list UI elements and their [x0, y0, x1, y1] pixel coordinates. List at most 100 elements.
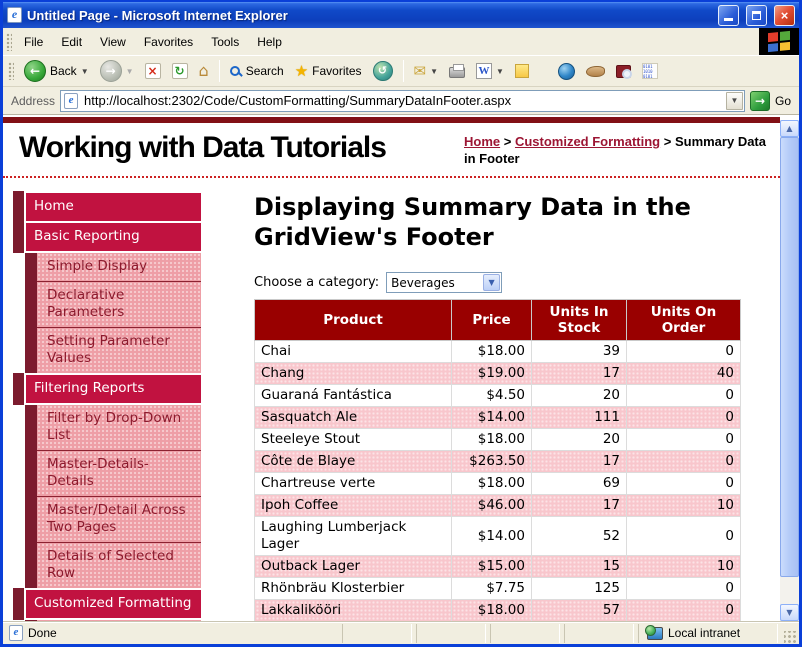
history-button[interactable]: ↺: [369, 59, 397, 83]
sidebar-item-label: Basic Reporting: [26, 223, 201, 251]
toolbar-separator: [218, 60, 220, 82]
edit-dropdown-icon[interactable]: ▼: [496, 67, 504, 76]
resize-grip[interactable]: [784, 631, 797, 644]
sidebar-item-details-of-selected-row[interactable]: Details of Selected Row: [37, 542, 201, 588]
back-dropdown-icon[interactable]: ▼: [81, 67, 89, 76]
column-header-product: Product: [254, 299, 452, 341]
favorites-button[interactable]: ★ Favorites: [291, 62, 366, 81]
drag-handle[interactable]: [6, 32, 12, 51]
grid-header-row: Product Price Units In Stock Units On Order: [254, 299, 741, 341]
menu-tools[interactable]: Tools: [202, 31, 248, 53]
script-debug-button[interactable]: 0101 1010 0101 1010: [638, 61, 662, 81]
nav-notch: [13, 221, 24, 253]
menu-favorites[interactable]: Favorites: [135, 31, 202, 53]
cell-units-on-order: 10: [626, 555, 741, 578]
minimize-button[interactable]: [718, 4, 739, 26]
cell-units-in-stock: 57: [531, 599, 627, 621]
sidebar-item-master-detail-across-two-pages[interactable]: Master/Detail Across Two Pages: [37, 496, 201, 542]
vertical-scrollbar[interactable]: ▲ ▼: [780, 120, 799, 621]
cell-price: $14.00: [451, 406, 532, 429]
back-button[interactable]: ← Back ▼: [20, 58, 93, 84]
globe-magnifier-icon: [557, 62, 575, 80]
status-bar: e Done Local intranet: [3, 621, 799, 644]
close-button[interactable]: ×: [774, 4, 795, 26]
sidebar-item-simple-display[interactable]: Simple Display: [37, 253, 201, 281]
scrollbar-thumb[interactable]: [780, 137, 799, 577]
maximize-button[interactable]: [746, 4, 767, 26]
sidebar-item-basic-reporting[interactable]: Basic Reporting: [13, 221, 201, 253]
sidebar-item-home[interactable]: Home: [13, 191, 201, 223]
table-row: Laughing Lumberjack Lager $14.00 52 0: [254, 516, 741, 556]
breadcrumb-customized-formatting[interactable]: Customized Formatting: [515, 134, 660, 149]
status-text: Done: [28, 626, 57, 640]
cell-price: $19.00: [451, 362, 532, 385]
refresh-button[interactable]: ↻: [168, 61, 192, 81]
sidebar-item-filtering-reports[interactable]: Filtering Reports: [13, 373, 201, 405]
cell-price: $18.00: [451, 472, 532, 495]
drag-handle[interactable]: [8, 62, 14, 80]
cell-units-in-stock: 125: [531, 577, 627, 600]
home-button[interactable]: ⌂: [195, 61, 213, 81]
sidebar-item-master-details-details[interactable]: Master-Details-Details: [37, 450, 201, 496]
ie-page-icon: e: [9, 625, 23, 641]
messenger-button[interactable]: [582, 64, 609, 79]
menu-edit[interactable]: Edit: [52, 31, 91, 53]
forward-dropdown-icon[interactable]: ▼: [126, 67, 134, 76]
discuss-button[interactable]: [511, 62, 533, 80]
sidebar-nav: Home Basic Reporting Simple Display Declara…: [13, 191, 201, 621]
forward-button[interactable]: → ▼: [96, 58, 138, 84]
breadcrumb-home[interactable]: Home: [464, 134, 500, 149]
stop-icon: ×: [147, 64, 158, 78]
sidebar-item-setting-parameter-values[interactable]: Setting Parameter Values: [37, 327, 201, 373]
menu-view[interactable]: View: [91, 31, 135, 53]
scroll-down-button[interactable]: ▼: [780, 604, 799, 621]
go-button[interactable]: →: [749, 90, 770, 111]
status-segment: [564, 623, 634, 643]
sidebar-item-filter-by-drop-down-list[interactable]: Filter by Drop-Down List: [37, 405, 201, 450]
bird-icon: [585, 65, 605, 77]
search-button[interactable]: Search: [226, 62, 288, 80]
nav-notch: [13, 191, 24, 223]
security-zone: Local intranet: [638, 623, 778, 643]
windows-flag-icon: [768, 30, 790, 53]
table-row: Chang $19.00 17 40: [254, 362, 741, 385]
menu-file[interactable]: File: [15, 31, 52, 53]
cell-units-on-order: 0: [626, 577, 741, 600]
category-selected-value: Beverages: [391, 275, 455, 290]
refresh-icon: ↻: [174, 64, 185, 78]
category-label: Choose a category:: [254, 275, 380, 290]
menu-help[interactable]: Help: [248, 31, 291, 53]
chevron-down-icon[interactable]: ▼: [483, 274, 501, 291]
sidebar-item-customized-formatting[interactable]: Customized Formatting: [13, 588, 201, 620]
mail-button[interactable]: ✉ ▼: [410, 62, 443, 81]
home-icon: ⌂: [198, 61, 209, 80]
cell-product: Laughing Lumberjack Lager: [254, 516, 452, 556]
table-row: Côte de Blaye $263.50 17 0: [254, 450, 741, 473]
encyclopedia-button[interactable]: [612, 63, 635, 80]
title-bar[interactable]: e Untitled Page - Microsoft Internet Exp…: [3, 2, 799, 28]
site-title: Working with Data Tutorials: [19, 131, 387, 164]
status-segment: [490, 623, 560, 643]
stop-button[interactable]: ×: [141, 61, 165, 81]
forward-icon: →: [99, 60, 122, 82]
history-icon: ↺: [372, 61, 393, 81]
search-label: Search: [245, 64, 284, 78]
mail-dropdown-icon[interactable]: ▼: [430, 67, 438, 76]
cell-product: Côte de Blaye: [254, 450, 452, 473]
binary-lightning-icon: 0101 1010 0101 1010: [641, 63, 658, 79]
category-select[interactable]: Beverages ▼: [386, 272, 503, 293]
cell-units-on-order: 0: [626, 599, 741, 621]
address-dropdown-icon[interactable]: ▼: [725, 91, 743, 110]
address-combo[interactable]: e ▼: [60, 89, 745, 112]
back-icon: ←: [24, 60, 46, 82]
scroll-up-button[interactable]: ▲: [780, 120, 799, 137]
star-icon: ★: [294, 62, 309, 80]
status-segment: [416, 623, 486, 643]
print-button[interactable]: [445, 62, 469, 80]
research-button[interactable]: [554, 61, 579, 82]
cell-product: Chartreuse verte: [254, 472, 452, 495]
edit-with-word-button[interactable]: W ▼: [472, 61, 508, 81]
sidebar-item-declarative-parameters[interactable]: Declarative Parameters: [37, 281, 201, 327]
address-input[interactable]: [82, 92, 722, 109]
cell-units-on-order: 40: [626, 362, 741, 385]
